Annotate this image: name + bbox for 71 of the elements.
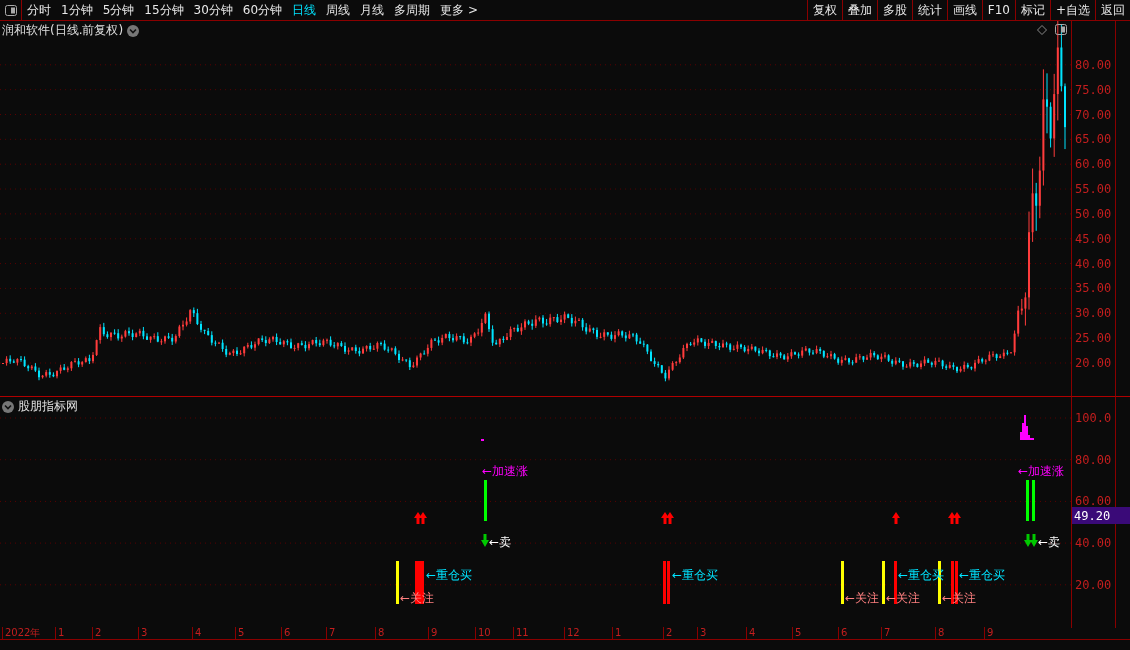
axis-label: 35.00 (1075, 281, 1112, 296)
period-tab[interactable]: 30分钟 (188, 0, 238, 20)
axis-label: 100.0 (1075, 411, 1112, 425)
period-tab[interactable]: 1分钟 (56, 0, 98, 20)
toolbar-button[interactable]: 复权 (806, 0, 842, 20)
time-axis-label: 4 (192, 627, 202, 639)
time-axis-label: 3 (697, 627, 707, 639)
time-axis-label: 2 (663, 627, 673, 639)
toolbar-button[interactable]: 标记 (1014, 0, 1050, 20)
axis-label: 20.00 (1075, 577, 1112, 592)
time-axis-label: 10 (475, 627, 491, 639)
chart-title: 润和软件(日线.前复权) (2, 22, 124, 39)
period-tab[interactable]: 周线 (321, 0, 356, 20)
axis-label: 70.00 (1075, 107, 1112, 122)
time-axis-label: 1 (55, 627, 65, 639)
time-axis-label: 5 (792, 627, 802, 639)
period-tab[interactable]: 分时 (22, 0, 56, 20)
axis-label: 60.00 (1075, 157, 1112, 172)
period-tab[interactable]: 60分钟 (237, 0, 288, 20)
toolbar-button[interactable]: 叠加 (841, 0, 877, 20)
period-tab[interactable]: 15分钟 (139, 0, 189, 20)
axis-label: 25.00 (1075, 331, 1112, 346)
time-axis-label: 2022年 (2, 627, 41, 639)
toolbar-button[interactable]: 画线 (946, 0, 982, 20)
time-axis-label: 5 (235, 627, 245, 639)
time-axis-label: 4 (746, 627, 756, 639)
axis-label: 20.00 (1075, 356, 1112, 370)
period-tab[interactable]: 更多 > (435, 0, 483, 20)
time-axis-label: 3 (138, 627, 148, 639)
current-value-tag: 49.20 (1072, 507, 1130, 524)
period-tab[interactable]: 日线 (287, 0, 322, 20)
toolbar-button[interactable]: 多股 (876, 0, 912, 20)
axis-label: 40.00 (1075, 256, 1112, 271)
toolbar-button[interactable]: 返回 (1095, 0, 1130, 20)
axis-label: 60.00 (1075, 494, 1112, 509)
signal-label: ←卖 (489, 533, 512, 551)
time-axis-label: 7 (881, 627, 891, 639)
axis-label: 50.00 (1075, 206, 1112, 221)
time-axis-label: 8 (375, 627, 385, 639)
time-axis-label: 9 (984, 627, 994, 639)
axis-label: 40.00 (1075, 536, 1112, 551)
period-tab[interactable]: 月线 (355, 0, 390, 20)
period-tab[interactable]: 5分钟 (97, 0, 140, 20)
time-axis-label: 7 (326, 627, 336, 639)
axis-label: 45.00 (1075, 231, 1112, 246)
axis-label: 55.00 (1075, 182, 1112, 197)
axis-label: 65.00 (1075, 132, 1112, 147)
signal-label: ←卖 (1038, 533, 1061, 551)
time-axis-label: 9 (428, 627, 438, 639)
signal-label: ←重仓买 (672, 566, 719, 584)
indicator-title: 股朋指标网 (18, 398, 78, 415)
signal-label: ←重仓买 (959, 566, 1006, 584)
axis-label: 30.00 (1075, 306, 1112, 321)
time-axis-label: 1 (612, 627, 622, 639)
time-axis-label: 6 (838, 627, 848, 639)
time-axis-label: 11 (513, 627, 529, 639)
axis-label: 75.00 (1075, 82, 1112, 97)
toolbar-button[interactable]: +自选 (1049, 0, 1095, 20)
period-tab[interactable]: 多周期 (389, 0, 436, 20)
toolbar-button[interactable]: 统计 (911, 0, 947, 20)
time-axis-label: 6 (281, 627, 291, 639)
signal-label: ←关注 (845, 589, 880, 607)
time-axis-label: 12 (564, 627, 580, 639)
signal-label: ←加速涨 (1018, 462, 1065, 480)
axis-label: 80.00 (1075, 57, 1112, 72)
time-axis-label: 2 (92, 627, 102, 639)
axis-label: 80.00 (1075, 452, 1112, 467)
toolbar-button[interactable]: F10 (981, 0, 1015, 20)
signal-label: ←重仓买 (426, 566, 473, 584)
time-axis-label: 8 (935, 627, 945, 639)
signal-label: ←加速涨 (482, 462, 529, 480)
